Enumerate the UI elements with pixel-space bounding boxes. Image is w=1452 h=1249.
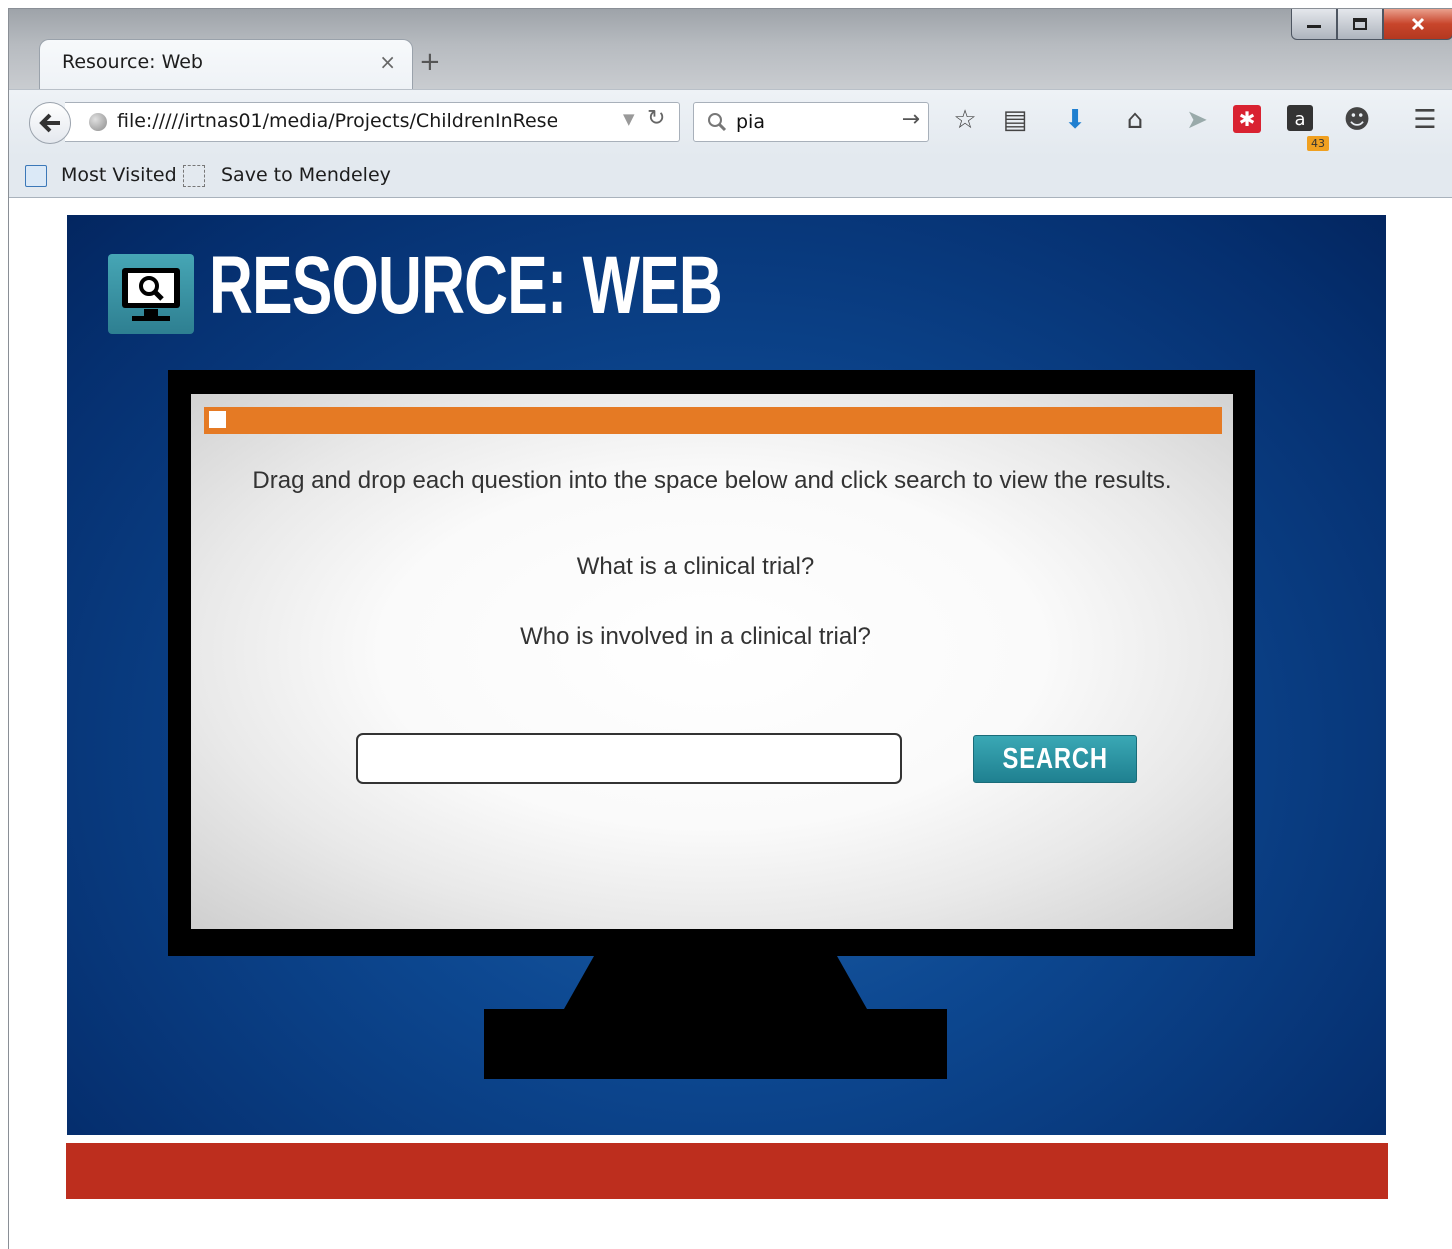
new-tab-button[interactable]: + xyxy=(419,47,441,77)
title-bar: Resource: Web × + xyxy=(9,9,1452,92)
back-arrow-icon xyxy=(39,113,60,133)
minimize-button[interactable] xyxy=(1291,9,1337,40)
tab-close-icon[interactable]: × xyxy=(379,50,396,74)
most-visited-icon xyxy=(25,165,47,187)
footer-bar xyxy=(66,1143,1388,1199)
navigation-toolbar: file://///irtnas01/media/Projects/Childr… xyxy=(9,89,1452,156)
search-button-label: SEARCH xyxy=(1002,742,1108,775)
tab-title: Resource: Web xyxy=(62,51,203,73)
window-controls xyxy=(1291,9,1452,41)
url-bar[interactable]: file://///irtnas01/media/Projects/Childr… xyxy=(65,102,680,142)
search-icon xyxy=(708,113,727,132)
question-item[interactable]: Who is involved in a clinical trial? xyxy=(191,623,1200,651)
search-input[interactable]: pia xyxy=(736,111,765,133)
screen-header-bar xyxy=(204,407,1222,434)
reload-icon[interactable]: ↻ xyxy=(647,106,665,131)
minimize-icon xyxy=(1307,25,1321,28)
question-drop-field[interactable] xyxy=(356,733,902,784)
close-window-button[interactable] xyxy=(1383,9,1452,40)
addon-icon[interactable]: ✱ xyxy=(1229,104,1265,142)
search-button[interactable]: SEARCH xyxy=(973,735,1137,783)
url-dropdown-icon[interactable]: ▼ xyxy=(623,110,635,128)
bookmarks-toolbar: Most Visited Save to Mendeley xyxy=(9,155,1452,198)
globe-icon xyxy=(89,113,107,131)
maximize-button[interactable] xyxy=(1337,9,1383,40)
url-text[interactable]: file://///irtnas01/media/Projects/Childr… xyxy=(117,110,557,132)
downloads-icon[interactable]: ⬇ xyxy=(1057,104,1093,136)
svg-text:a: a xyxy=(1294,109,1305,130)
bookmark-save-to-mendeley[interactable]: Save to Mendeley xyxy=(221,164,391,186)
amazon-badge: 43 xyxy=(1307,136,1329,151)
header-square-icon xyxy=(209,411,226,428)
chat-icon[interactable]: ☻ xyxy=(1339,104,1375,136)
svg-text:✱: ✱ xyxy=(1239,107,1256,131)
search-go-icon[interactable]: → xyxy=(902,107,920,132)
activity-stage: Resource: Web Drag and drop each questio… xyxy=(67,215,1386,1135)
bookmark-star-icon[interactable]: ☆ xyxy=(947,104,983,136)
menu-icon[interactable]: ☰ xyxy=(1407,104,1443,136)
home-icon[interactable]: ⌂ xyxy=(1117,104,1153,136)
reading-list-icon[interactable]: ▤ xyxy=(997,104,1033,136)
close-icon xyxy=(1411,17,1425,31)
maximize-icon xyxy=(1353,18,1367,30)
bookmark-most-visited[interactable]: Most Visited xyxy=(61,164,177,186)
instructions: Drag and drop each question into the spa… xyxy=(252,467,1172,494)
active-tab[interactable]: Resource: Web × xyxy=(39,39,413,92)
mendeley-icon xyxy=(183,165,205,187)
search-bar[interactable]: pia → xyxy=(693,102,929,142)
send-icon[interactable]: ➤ xyxy=(1179,104,1215,136)
back-button[interactable] xyxy=(29,102,71,144)
question-item[interactable]: What is a clinical trial? xyxy=(191,553,1200,581)
